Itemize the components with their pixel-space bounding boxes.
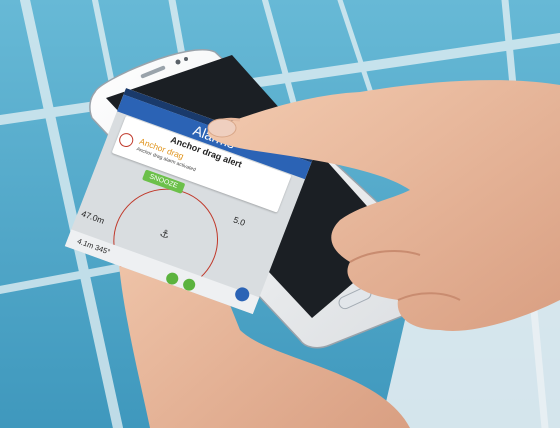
right-hand — [207, 80, 560, 331]
photo-scene: Alarms ⚓ 5.0 47.0m SNOOZE Anchor drag al… — [0, 0, 560, 428]
